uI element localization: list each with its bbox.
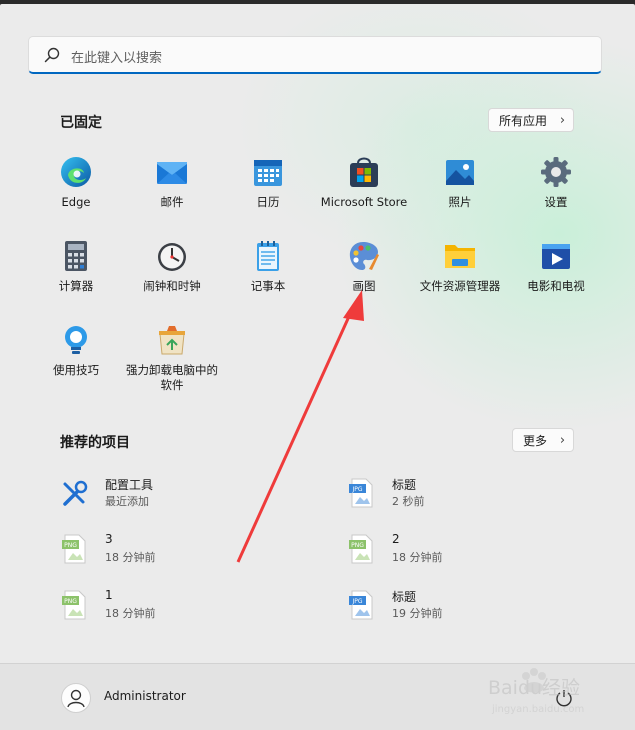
app-label: 文件资源管理器 <box>419 279 501 293</box>
edge-icon <box>61 157 91 187</box>
jpg-file-icon: JPG <box>349 590 373 620</box>
clock-icon <box>158 243 186 271</box>
app-file-explorer[interactable]: 文件资源管理器 <box>412 239 508 294</box>
item-name: 2 <box>392 532 400 546</box>
svg-text:JPG: JPG <box>351 598 362 605</box>
app-label: 设置 <box>544 195 568 209</box>
watermark-text: Baidu经验 <box>488 677 580 699</box>
app-edge[interactable]: Edge <box>28 155 124 210</box>
pinned-title: 已固定 <box>60 115 102 131</box>
movies-play-icon <box>542 244 570 269</box>
jpg-file-icon: JPG <box>349 478 373 508</box>
app-mail[interactable]: 邮件 <box>124 155 220 210</box>
all-apps-label: 所有应用 <box>499 114 548 128</box>
item-detail: 2 秒前 <box>392 495 425 508</box>
app-uninstall-tool[interactable]: 强力卸载电脑中的软件 <box>124 323 220 393</box>
item-detail: 18 分钟前 <box>105 551 156 564</box>
item-name: 标题 <box>392 478 417 492</box>
recommended-title: 推荐的项目 <box>60 435 130 451</box>
search-placeholder: 在此键入以搜索 <box>71 51 163 66</box>
app-label: 闹钟和时钟 <box>143 279 201 293</box>
store-icon <box>350 157 378 187</box>
app-label: 使用技巧 <box>53 363 99 377</box>
app-label: 照片 <box>448 195 472 209</box>
item-detail: 18 分钟前 <box>392 551 443 564</box>
photos-icon <box>446 160 474 185</box>
more-label: 更多 <box>523 434 548 448</box>
app-paint[interactable]: 画图 <box>316 239 412 294</box>
user-name[interactable]: Administrator <box>104 689 186 703</box>
png-file-icon: PNG <box>62 590 86 620</box>
app-label: 计算器 <box>58 279 94 293</box>
svg-text:JPG: JPG <box>351 486 362 493</box>
item-name: 1 <box>105 588 113 602</box>
app-label: Microsoft Store <box>320 195 408 209</box>
svg-text:PNG: PNG <box>64 542 77 549</box>
start-menu: 在此键入以搜索 已固定 所有应用 › Edge 邮件 日历 Microsoft … <box>0 4 635 729</box>
search-icon <box>44 47 60 63</box>
app-tips[interactable]: 使用技巧 <box>28 323 124 378</box>
app-notepad[interactable]: 记事本 <box>220 239 316 294</box>
app-calendar[interactable]: 日历 <box>220 155 316 210</box>
item-detail: 18 分钟前 <box>105 607 156 620</box>
app-label: 记事本 <box>250 279 286 293</box>
item-detail: 19 分钟前 <box>392 607 443 620</box>
chevron-right-icon: › <box>559 113 566 128</box>
folder-icon <box>445 245 475 268</box>
app-label: 邮件 <box>160 195 184 209</box>
user-icon <box>67 689 85 708</box>
item-name: 3 <box>105 532 113 546</box>
item-detail: 最近添加 <box>105 495 149 508</box>
app-alarms-clock[interactable]: 闹钟和时钟 <box>124 239 220 294</box>
uninstall-box-icon <box>159 326 185 355</box>
mail-icon <box>157 162 187 184</box>
app-label: 电影和电视 <box>527 279 585 293</box>
baidu-watermark: Baidu经验 jingyan.baidu.com <box>488 668 584 715</box>
paint-palette-icon <box>349 242 379 270</box>
app-movies-tv[interactable]: 电影和电视 <box>508 239 604 294</box>
search-box[interactable]: 在此键入以搜索 <box>28 36 602 74</box>
app-label: Edge <box>61 195 91 209</box>
item-name: 配置工具 <box>105 478 154 492</box>
svg-text:PNG: PNG <box>351 542 364 549</box>
all-apps-button[interactable]: 所有应用 › <box>488 108 575 132</box>
tips-bulb-icon <box>65 326 87 354</box>
app-label: 强力卸载电脑中的软件 <box>126 363 218 392</box>
calculator-icon <box>65 241 87 271</box>
watermark-url: jingyan.baidu.com <box>491 704 584 715</box>
app-label: 日历 <box>256 195 280 209</box>
chevron-right-icon: › <box>559 433 566 448</box>
svg-text:PNG: PNG <box>64 598 77 605</box>
item-name: 标题 <box>392 590 417 604</box>
app-calculator[interactable]: 计算器 <box>28 239 124 294</box>
calendar-icon <box>254 160 282 186</box>
app-settings[interactable]: 设置 <box>508 155 604 210</box>
png-file-icon: PNG <box>349 534 373 564</box>
user-avatar[interactable] <box>61 683 91 713</box>
app-label: 画图 <box>352 279 376 293</box>
app-photos[interactable]: 照片 <box>412 155 508 210</box>
notepad-icon <box>257 241 279 271</box>
tools-icon <box>63 480 88 506</box>
app-microsoft-store[interactable]: Microsoft Store <box>316 155 412 210</box>
settings-gear-icon <box>541 157 571 187</box>
png-file-icon: PNG <box>62 534 86 564</box>
more-button[interactable]: 更多 › <box>512 428 575 452</box>
